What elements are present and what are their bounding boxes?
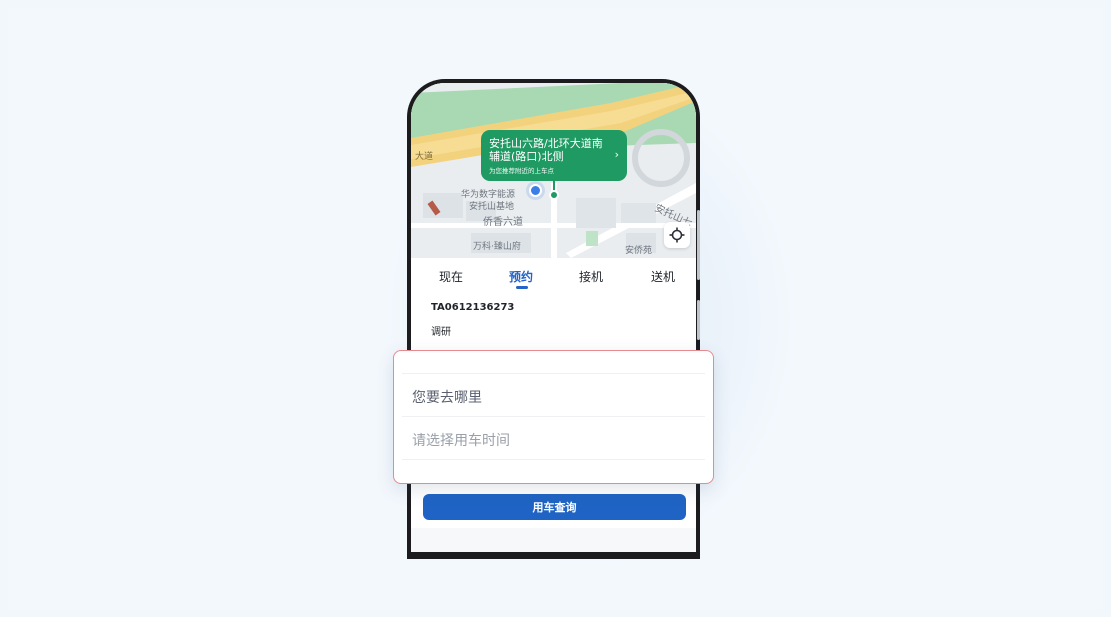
pickup-pin-icon (549, 190, 559, 200)
map-label-anqiao: 安侨苑 (625, 246, 653, 256)
order-purpose[interactable]: 调研 (431, 323, 451, 338)
pickup-point-bubble[interactable]: 安托山六路/北环大道南辅道(路口)北侧 为您推荐附近的上车点 › (481, 130, 627, 181)
panel-bottom (411, 528, 696, 552)
my-location-icon (529, 184, 542, 197)
pickup-point-subtitle: 为您推荐附近的上车点 (489, 167, 554, 175)
crosshair-icon (669, 227, 685, 243)
order-id: TA0612136273 (431, 302, 515, 313)
tab-reserve[interactable]: 预约 (509, 268, 533, 285)
phone-side-button (697, 210, 700, 280)
tab-airport-dropoff[interactable]: 送机 (651, 268, 675, 285)
road-label: 大道 (415, 152, 434, 162)
tab-airport-pickup[interactable]: 接机 (579, 268, 603, 285)
map-label-anto-base: 安托山基地 (469, 202, 515, 212)
locate-button[interactable] (664, 222, 690, 248)
chevron-right-icon: › (614, 148, 619, 161)
map-label-qiaoxiang-road: 侨香六道 (483, 217, 523, 228)
form-divider-top (402, 373, 705, 374)
query-ride-button[interactable]: 用车查询 (423, 494, 686, 520)
ride-type-tabs: 现在 预约 接机 送机 (411, 258, 696, 294)
destination-time-form: 您要去哪里 请选择用车时间 (393, 350, 714, 484)
form-divider-middle (402, 416, 705, 417)
destination-input[interactable]: 您要去哪里 (412, 387, 482, 407)
ride-time-picker[interactable]: 请选择用车时间 (412, 430, 510, 450)
phone-side-button-lower (697, 300, 700, 340)
map-label-vanke: 万科·臻山府 (473, 242, 521, 252)
form-divider-bottom (402, 459, 705, 460)
pickup-point-title: 安托山六路/北环大道南辅道(路口)北侧 (489, 137, 603, 163)
tab-now[interactable]: 现在 (439, 268, 463, 285)
active-tab-indicator (516, 286, 528, 289)
map-view[interactable]: 大道 华为数字能源 安托山基地 侨香六道 万科·臻山府 安侨苑 安托山七 安托山… (411, 83, 696, 258)
